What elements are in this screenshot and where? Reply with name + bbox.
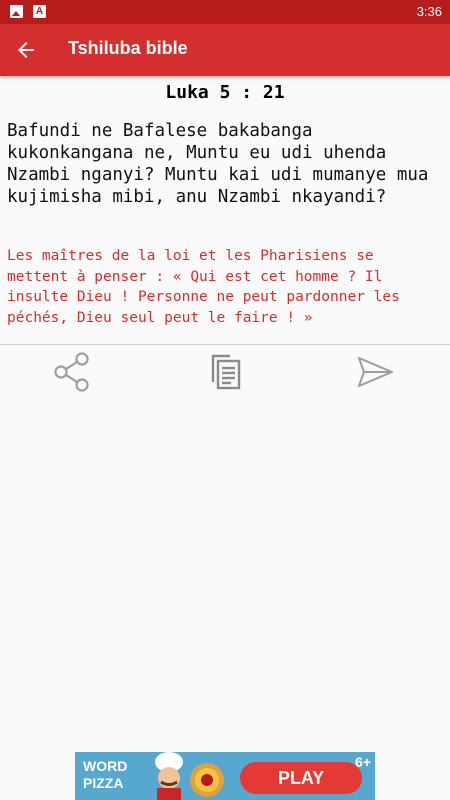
verse-reference: Luka 5 : 21: [165, 82, 285, 103]
ad-brand-line1: WORD: [83, 758, 128, 774]
status-bar: A 3:36: [0, 0, 450, 24]
status-time: 3:36: [416, 4, 442, 19]
back-button[interactable]: [14, 38, 38, 62]
ad-banner[interactable]: WORD PIZZA PLAY 6+: [75, 752, 375, 800]
share-button[interactable]: [50, 350, 94, 394]
app-bar: Tshiluba bible: [0, 24, 450, 76]
ad-brand-logo: WORD PIZZA: [83, 758, 127, 792]
ad-play-button[interactable]: PLAY: [240, 762, 362, 794]
chef-mascot-icon: [139, 752, 235, 800]
verse-text: Bafundi ne Bafalese bakabanga kukonkanga…: [7, 121, 429, 207]
divider: [0, 344, 450, 345]
ad-brand-line2: PIZZA: [83, 775, 124, 791]
app-title: Tshiluba bible: [68, 38, 188, 58]
copy-button[interactable]: [203, 350, 247, 394]
arrow-back-icon: [18, 42, 34, 58]
notification-icons: A: [10, 5, 46, 18]
share-icon: [54, 352, 89, 392]
font-notification-icon: A: [33, 5, 46, 18]
send-button[interactable]: [353, 350, 397, 394]
send-icon: [358, 357, 393, 387]
image-notification-icon: [10, 5, 23, 18]
verse-translation: Les maîtres de la loi et les Pharisiens …: [7, 248, 400, 326]
ad-age-rating: 6+: [355, 754, 371, 770]
copy-icon: [211, 354, 241, 390]
